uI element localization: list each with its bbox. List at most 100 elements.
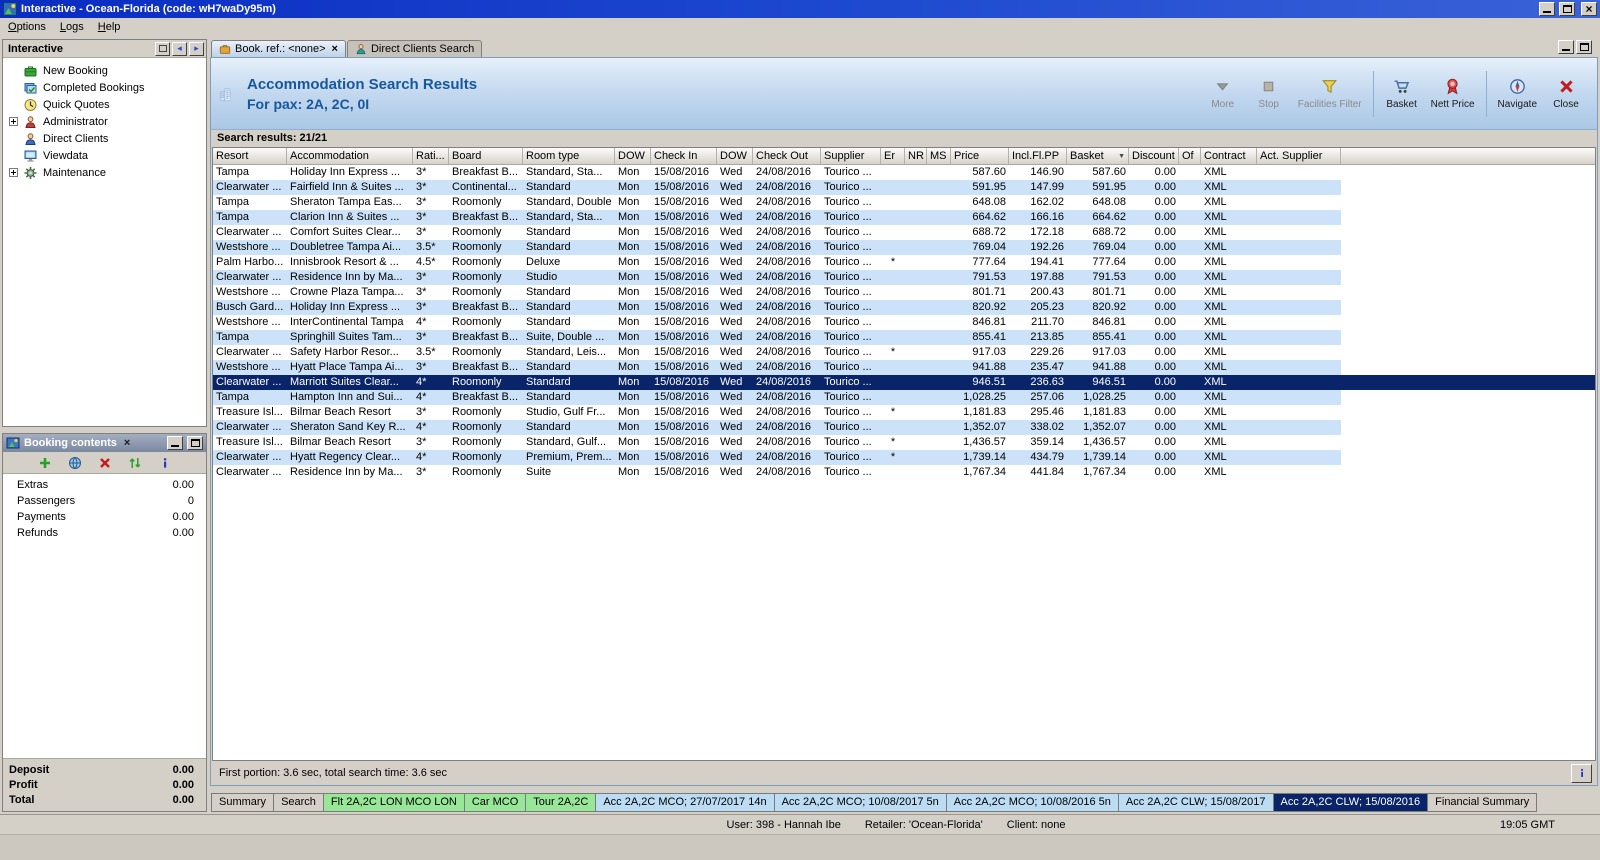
sidebar-item-new-booking[interactable]: New Booking [3,62,206,79]
bottom-tab-search[interactable]: Search [274,793,324,812]
table-row[interactable]: Treasure Isl... Bilmar Beach Resort 3* Room… [213,405,1341,420]
table-row[interactable]: Tampa Clarion Inn & Suites ... 3* Breakfast… [213,210,1341,225]
column-header-nr[interactable]: NR [905,148,927,164]
expand-icon[interactable] [9,168,18,177]
delete-button[interactable] [96,454,114,472]
table-row[interactable]: Clearwater ... Hyatt Regency Clear... 4* Ro… [213,450,1341,465]
column-header-act-supplier[interactable]: Act. Supplier [1257,148,1341,164]
cell: Westshore ... [216,241,281,253]
cell: 15/08/2016 [654,286,710,298]
cell: 0.00 [1154,451,1176,463]
table-row[interactable]: Clearwater ... Residence Inn by Ma... 3* Ro… [213,465,1341,480]
bottom-tab-acc-2a-2c-mco-10-08-2016-5n[interactable]: Acc 2A,2C MCO; 10/08/2016 5n [946,793,1119,812]
column-header-room-type[interactable]: Room type [523,148,615,164]
tab-book-ref-none[interactable]: Book. ref.: <none> [211,40,346,57]
table-row[interactable]: Clearwater ... Comfort Suites Clear... 3* R… [213,225,1341,240]
cell [881,315,905,330]
column-header-check-out[interactable]: Check Out [753,148,821,164]
window-minimize-button[interactable] [1539,2,1555,16]
column-header-supplier[interactable]: Supplier [821,148,881,164]
close-button[interactable]: Close [1543,67,1589,121]
sidebar-item-viewdata[interactable]: Viewdata [3,147,206,164]
expand-icon[interactable] [9,117,18,126]
bottom-tab-acc-2a-2c-clw-15-08-2017[interactable]: Acc 2A,2C CLW; 15/08/2017 [1118,793,1274,812]
bottom-tab-financial-summary[interactable]: Financial Summary [1428,793,1538,812]
sidebar-item-administrator[interactable]: Administrator [3,113,206,130]
cell: 0.00 [1154,346,1176,358]
info-button[interactable] [1571,763,1592,783]
table-row[interactable]: Clearwater ... Safety Harbor Resor... 3.5*… [213,345,1341,360]
booking-panel-restore-button[interactable] [187,436,203,450]
table-row[interactable]: Westshore ... Doubletree Tampa Ai... 3.5* R… [213,240,1341,255]
column-header-accommodation[interactable]: Accommodation [287,148,413,164]
add-button[interactable] [36,454,54,472]
panel-dock-left-button[interactable] [172,41,187,56]
column-header-incl-fl-pp[interactable]: Incl.Fl.PP [1009,148,1067,164]
table-row[interactable]: Clearwater ... Marriott Suites Clear... 4*… [213,375,1595,390]
column-header-resort[interactable]: Resort [213,148,287,164]
cell [905,165,927,180]
sidebar-item-maintenance[interactable]: Maintenance [3,164,206,181]
bottom-tab-car-mco[interactable]: Car MCO [464,793,527,812]
column-header-basket[interactable]: Basket [1067,148,1129,164]
cell: 441.84 [1030,466,1064,478]
column-header-check-in[interactable]: Check In [651,148,717,164]
column-header-dow[interactable]: DOW [717,148,753,164]
tab-direct-clients-search[interactable]: Direct Clients Search [346,40,483,57]
table-row[interactable]: Westshore ... Hyatt Place Tampa Ai... 3* Br… [213,360,1341,375]
column-header-rati[interactable]: Rati... [413,148,449,164]
basket-button[interactable]: Basket [1379,67,1425,121]
sidebar-item-direct-clients[interactable]: Direct Clients [3,130,206,147]
panel-collapse-button[interactable] [155,41,170,56]
cell: Clearwater ... [216,376,282,388]
window-maximize-button[interactable] [1559,2,1575,16]
menu-options[interactable]: Options [1,18,53,37]
navigate-button[interactable]: Navigate [1492,67,1543,121]
table-row[interactable]: Westshore ... InterContinental Tampa 4* Roo… [213,315,1341,330]
table-row[interactable]: Treasure Isl... Bilmar Beach Resort 3* Room… [213,435,1341,450]
window-close-button[interactable] [1581,2,1597,16]
sidebar-item-completed-bookings[interactable]: Completed Bookings [3,79,206,96]
booking-contents-close-icon[interactable] [121,437,133,449]
table-row[interactable]: Palm Harbo... Innisbrook Resort & ... 4.5*… [213,255,1341,270]
column-header-price[interactable]: Price [951,148,1009,164]
table-row[interactable]: Clearwater ... Residence Inn by Ma... 3* Ro… [213,270,1341,285]
table-row[interactable]: Clearwater ... Fairfield Inn & Suites ...… [213,180,1341,195]
cell: Roomonly [452,241,502,253]
column-header-er[interactable]: Er [881,148,905,164]
reorder-button[interactable] [126,454,144,472]
bottom-tab-acc-2a-2c-clw-15-08-2016[interactable]: Acc 2A,2C CLW; 15/08/2016 [1273,793,1429,812]
booking-panel-minimize-button[interactable] [167,436,183,450]
pane-minimize-button[interactable] [1558,40,1574,54]
globe-button[interactable] [66,454,84,472]
table-row[interactable]: Tampa Hampton Inn and Sui... 4* Breakfast B… [213,390,1341,405]
bottom-tab-summary[interactable]: Summary [211,793,275,812]
tab-close-icon[interactable] [332,43,338,55]
info-button[interactable] [156,454,174,472]
column-header-contract[interactable]: Contract [1201,148,1257,164]
column-header-board[interactable]: Board [449,148,523,164]
bottom-tab-tour-2a-2c[interactable]: Tour 2A,2C [526,793,597,812]
menu-help[interactable]: Help [91,18,128,37]
table-row[interactable]: Tampa Holiday Inn Express ... 3* Breakfast … [213,165,1341,180]
table-row[interactable]: Clearwater ... Sheraton Sand Key R... 4* Ro… [213,420,1341,435]
bottom-tab-flt-2a-2c-lon-mco-lon[interactable]: Flt 2A,2C LON MCO LON [323,793,465,812]
table-row[interactable]: Busch Gard... Holiday Inn Express ... 3* Br… [213,300,1341,315]
panel-dock-right-button[interactable] [189,41,204,56]
cell: 917.03 [1092,346,1126,358]
table-row[interactable]: Tampa Sheraton Tampa Eas... 3* Roomonly Stan… [213,195,1341,210]
column-header-of[interactable]: Of [1179,148,1201,164]
cell: 3* [416,406,427,418]
table-row[interactable]: Tampa Springhill Suites Tam... 3* Breakfast… [213,330,1341,345]
sidebar-item-quick-quotes[interactable]: Quick Quotes [3,96,206,113]
column-header-discount[interactable]: Discount [1129,148,1179,164]
nett-price-button[interactable]: Nett Price [1425,67,1481,121]
bottom-tab-acc-2a-2c-mco-27-07-2017-14n[interactable]: Acc 2A,2C MCO; 27/07/2017 14n [596,793,775,812]
column-header-dow[interactable]: DOW [615,148,651,164]
column-header-ms[interactable]: MS [927,148,951,164]
menu-logs[interactable]: Logs [53,18,91,37]
table-row[interactable]: Westshore ... Crowne Plaza Tampa... 3* Room… [213,285,1341,300]
title-bar[interactable]: Interactive - Ocean-Florida (code: wH7wa… [0,0,1600,18]
bottom-tab-acc-2a-2c-mco-10-08-2017-5n[interactable]: Acc 2A,2C MCO; 10/08/2017 5n [774,793,947,812]
pane-restore-button[interactable] [1576,40,1592,54]
